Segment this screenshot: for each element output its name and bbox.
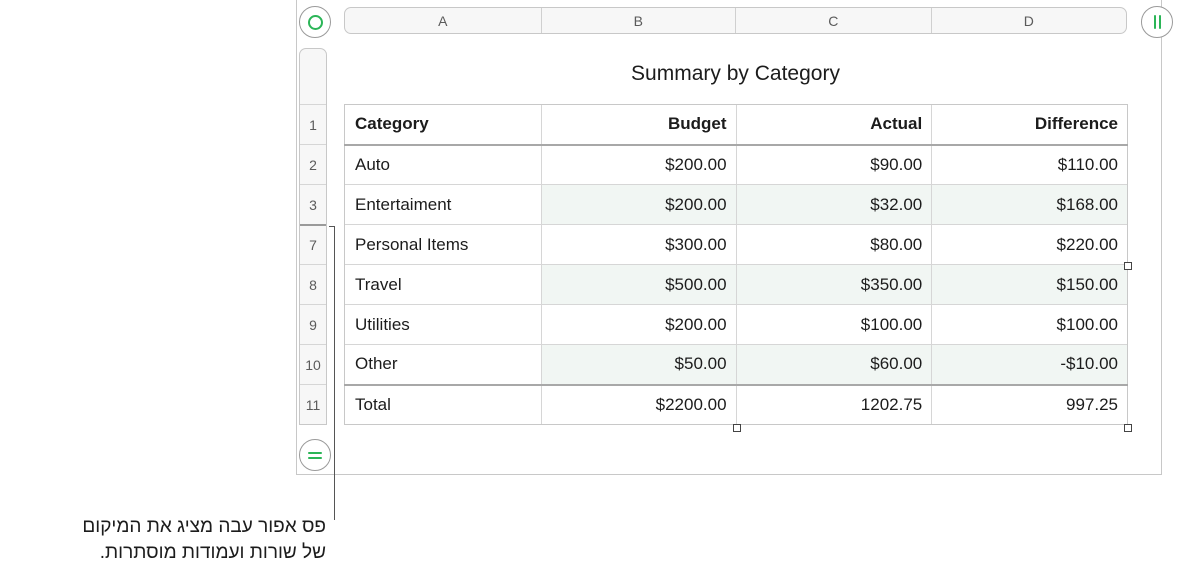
row-header-7[interactable]: 7 <box>300 224 326 264</box>
row-header-3[interactable]: 3 <box>300 184 326 224</box>
header-cell-difference[interactable]: Difference <box>931 104 1128 146</box>
column-header-b[interactable]: B <box>542 8 736 33</box>
table-row: Travel $500.00 $350.00 $150.00 <box>344 264 1128 305</box>
table-row: Personal Items $300.00 $80.00 $220.00 <box>344 224 1128 265</box>
circle-icon <box>307 14 323 30</box>
table-cell[interactable]: $110.00 <box>931 144 1128 185</box>
column-header-a[interactable]: A <box>345 8 542 33</box>
table-cell[interactable]: Entertaiment <box>344 184 542 225</box>
table-header-row: Category Budget Actual Difference <box>344 104 1128 146</box>
table-cell[interactable]: $32.00 <box>735 184 932 225</box>
table-row: Entertaiment $200.00 $32.00 $168.00 <box>344 184 1128 225</box>
table-cell[interactable]: Other <box>344 344 542 385</box>
footer-cell-actual-total[interactable]: 1202.75 <box>735 383 932 425</box>
table-title[interactable]: Summary by Category <box>344 62 1127 86</box>
table-cell[interactable]: $50.00 <box>540 344 737 385</box>
row-header-8[interactable]: 8 <box>300 264 326 304</box>
table-cell[interactable]: $100.00 <box>735 304 932 345</box>
resize-handle-corner[interactable] <box>1124 424 1132 432</box>
row-toggle-button[interactable] <box>299 439 331 471</box>
footer-cell-budget-total[interactable]: $2200.00 <box>540 383 737 425</box>
footer-cell-difference-total[interactable]: 997.25 <box>931 383 1128 425</box>
row-header-9[interactable]: 9 <box>300 304 326 344</box>
header-cell-actual[interactable]: Actual <box>735 104 932 146</box>
table-row: Other $50.00 $60.00 -$10.00 <box>344 344 1128 385</box>
select-all-button[interactable] <box>299 6 331 38</box>
table-footer-row: Total $2200.00 1202.75 997.25 <box>344 383 1128 425</box>
table-cell[interactable]: $90.00 <box>735 144 932 185</box>
header-cell-category[interactable]: Category <box>344 104 542 146</box>
table-cell[interactable]: $80.00 <box>735 224 932 265</box>
table-row: Auto $200.00 $90.00 $110.00 <box>344 144 1128 185</box>
table-cell[interactable]: Utilities <box>344 304 542 345</box>
table-cell[interactable]: -$10.00 <box>931 344 1128 385</box>
table-cell[interactable]: $300.00 <box>540 224 737 265</box>
column-header-bar: A B C D <box>344 7 1127 34</box>
row-header-11[interactable]: 11 <box>300 384 326 424</box>
table-cell[interactable]: $150.00 <box>931 264 1128 305</box>
table-cell[interactable]: Auto <box>344 144 542 185</box>
table-cell[interactable]: $168.00 <box>931 184 1128 225</box>
callout-line-1: פס אפור עבה מציג את המיקום <box>82 516 326 537</box>
table-cell[interactable]: $200.00 <box>540 304 737 345</box>
callout-line-2: של שורות ועמודות מוסתרות. <box>99 542 326 563</box>
column-toggle-button[interactable] <box>1141 6 1173 38</box>
table-cell[interactable]: $200.00 <box>540 144 737 185</box>
header-cell-budget[interactable]: Budget <box>540 104 737 146</box>
table-cell[interactable]: $350.00 <box>735 264 932 305</box>
row-header-bar: 1 2 3 7 8 9 10 11 <box>299 104 327 425</box>
table-cell[interactable]: $60.00 <box>735 344 932 385</box>
callout-caption: פס אפור עבה מציג את המיקום של שורות ועמו… <box>82 514 326 566</box>
footer-cell-total-label[interactable]: Total <box>344 383 542 425</box>
callout-leader-line <box>334 226 335 520</box>
row-header-blank <box>299 48 327 104</box>
table-cell[interactable]: Personal Items <box>344 224 542 265</box>
table-cell[interactable]: $200.00 <box>540 184 737 225</box>
column-header-d[interactable]: D <box>932 8 1127 33</box>
resize-handle-right[interactable] <box>1124 262 1132 270</box>
table-cell[interactable]: $500.00 <box>540 264 737 305</box>
table-cell[interactable]: $220.00 <box>931 224 1128 265</box>
row-header-1[interactable]: 1 <box>300 104 326 144</box>
row-header-10[interactable]: 10 <box>300 344 326 384</box>
column-header-c[interactable]: C <box>736 8 932 33</box>
row-header-2[interactable]: 2 <box>300 144 326 184</box>
table-cell[interactable]: Travel <box>344 264 542 305</box>
equal-icon <box>308 451 322 459</box>
resize-handle-bottom[interactable] <box>733 424 741 432</box>
double-bar-icon <box>1153 15 1161 29</box>
table-row: Utilities $200.00 $100.00 $100.00 <box>344 304 1128 345</box>
summary-table: Category Budget Actual Difference Auto $… <box>344 104 1128 425</box>
table-cell[interactable]: $100.00 <box>931 304 1128 345</box>
